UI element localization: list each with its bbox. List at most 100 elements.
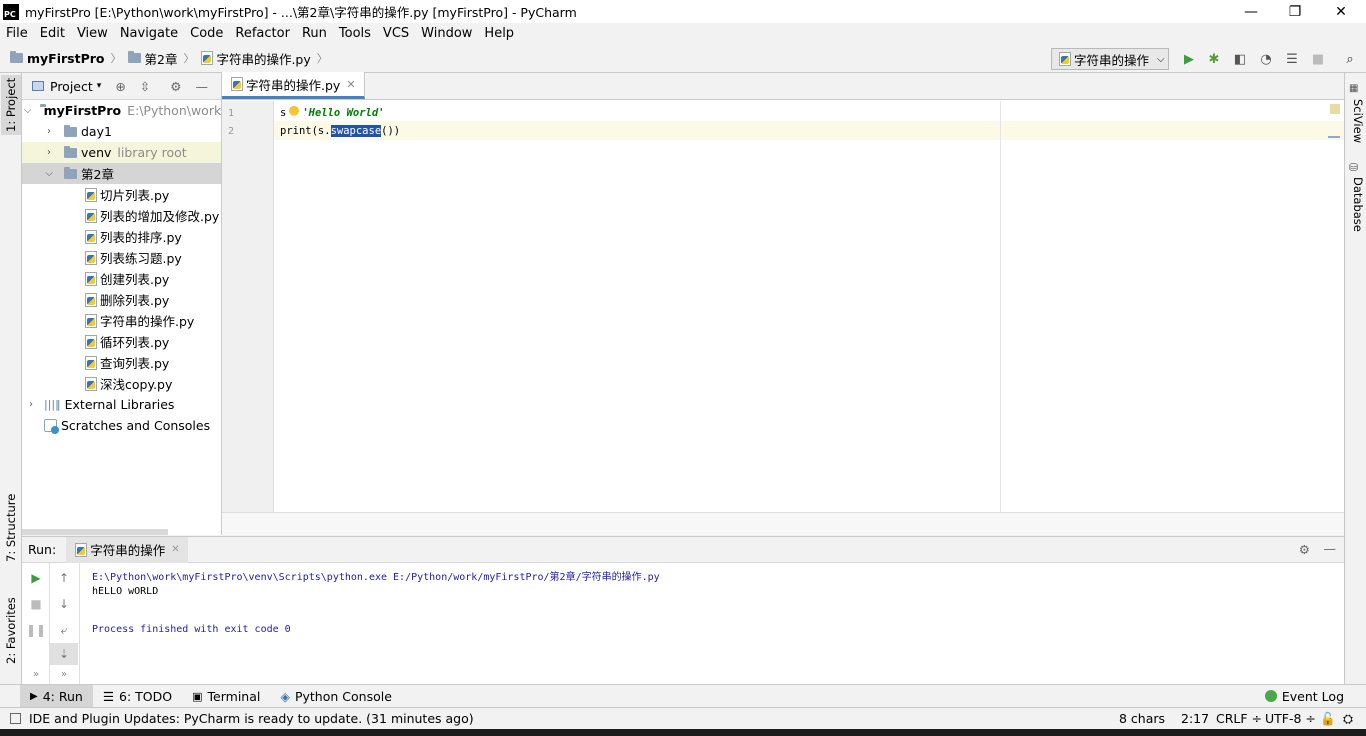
concurrency-icon[interactable]: ☰ [1284,51,1300,67]
chevron-right-icon[interactable]: › [24,399,38,410]
python-file-icon [230,77,243,91]
tool-tab-event-log[interactable]: Event Log [1255,685,1354,708]
tree-item-external-libraries[interactable]: › |||‖ External Libraries [22,394,221,415]
minimize-button[interactable]: — [1228,0,1274,23]
chevron-down-icon[interactable]: ▾ [97,81,102,91]
tool-tab-favorites[interactable]: 2: Favorites [1,593,21,669]
tree-item-path: E:\Python\work [127,103,222,118]
project-view-select[interactable]: Project [50,79,93,94]
locate-icon[interactable]: ⊕ [115,79,125,94]
menu-view[interactable]: View [71,26,114,41]
tool-windows-icon[interactable] [10,713,21,724]
python-file-icon [84,376,97,391]
breadcrumb-project[interactable]: myFirstPro 〉 [10,50,122,66]
menu-window[interactable]: Window [415,26,478,41]
tool-tab-database[interactable]: Database [1347,177,1365,232]
breadcrumb-file[interactable]: 字符串的操作.py 〉 [200,49,328,68]
tree-file[interactable]: 循环列表.py [22,331,221,352]
menu-code[interactable]: Code [184,26,229,41]
menu-run[interactable]: Run [296,26,333,41]
gear-icon[interactable]: ⚙ [1299,542,1310,557]
menu-navigate[interactable]: Navigate [114,26,184,41]
lock-icon[interactable]: 🔓 [1320,711,1336,727]
menu-help[interactable]: Help [478,26,520,41]
inspector-icon[interactable]: ⛭ [1343,711,1353,727]
coverage-icon[interactable]: ◧ [1232,51,1248,67]
tool-tab-terminal[interactable]: ▣ Terminal [182,685,270,708]
tool-tab-structure[interactable]: 7: Structure [1,493,21,563]
menu-tools[interactable]: Tools [333,26,377,41]
editor-horizontal-scrollbar[interactable] [222,512,1344,535]
tree-file[interactable]: 列表的排序.py [22,226,221,247]
tree-file[interactable]: 列表的增加及修改.py [22,205,221,226]
scroll-to-end-icon[interactable]: ⇣ [50,643,78,665]
horizontal-scrollbar[interactable] [22,529,168,535]
run-tab[interactable]: 字符串的操作 ✕ [66,536,188,563]
terminal-icon: ▣ [192,689,203,703]
status-line-separator[interactable]: CRLF ÷ [1216,711,1262,726]
tree-file[interactable]: 字符串的操作.py [22,310,221,331]
run-icon[interactable]: ▶ [1181,51,1197,67]
run-configuration-select[interactable]: 字符串的操作 ⌵ [1051,48,1169,70]
menu-edit[interactable]: Edit [34,26,71,41]
chevron-right-icon[interactable]: › [42,126,56,137]
breadcrumb-project-label: myFirstPro [27,50,105,66]
code-line-1[interactable]: s 'Hello World' [280,106,385,119]
menu-vcs[interactable]: VCS [377,26,415,41]
hide-icon[interactable]: — [196,79,209,94]
close-button[interactable]: ✕ [1318,0,1364,23]
chevron-down-icon[interactable]: ⌵ [24,105,32,116]
tree-item-label: myFirstPro [43,103,122,118]
status-encoding[interactable]: UTF-8 ÷ [1265,711,1316,726]
lightbulb-icon[interactable] [289,106,300,118]
tool-tab-run[interactable]: ▶ 4: Run [20,684,93,708]
close-icon[interactable]: ✕ [171,544,179,555]
profile-icon[interactable]: ◔ [1258,51,1274,67]
tool-tab-project[interactable]: 1: Project [1,75,21,135]
tool-tab-python-console[interactable]: ◈ Python Console [270,685,402,708]
chevron-right-icon[interactable]: › [42,147,56,158]
tree-item-venv[interactable]: › venv library root [22,142,221,163]
selected-text: swapcase [330,125,382,137]
status-selection-count: 8 chars [1119,711,1166,726]
tree-file[interactable]: 删除列表.py [22,289,221,310]
arrow-down-icon[interactable]: ↓ [50,593,78,615]
tree-item-root[interactable]: ⌵ myFirstPro E:\Python\work [22,100,221,121]
tree-file[interactable]: 深浅copy.py [22,373,221,394]
editor-tab-label: 字符串的操作.py [246,77,341,93]
soft-wrap-icon[interactable]: ⤶ [50,619,78,641]
line-number: 2 [228,126,235,137]
stop-icon: ■ [1311,51,1325,67]
more-icon[interactable]: » [50,663,78,685]
status-caret-position[interactable]: 2:17 [1181,711,1209,726]
close-icon[interactable]: ✕ [346,78,355,91]
chevron-down-icon: ⌵ [1157,53,1165,65]
code-line-2[interactable]: print(s.swapcase()) [280,125,400,137]
arrow-up-icon[interactable]: ↑ [50,567,78,589]
collapse-all-icon[interactable]: ⇳ [140,79,150,94]
tree-item-chapter2[interactable]: ⌵ 第2章 [22,163,221,184]
tree-item-day1[interactable]: › day1 [22,121,221,142]
more-icon[interactable]: » [22,663,50,685]
tree-file[interactable]: 列表练习题.py [22,247,221,268]
tool-tab-todo[interactable]: ☰ 6: TODO [93,685,182,708]
tree-item-scratches[interactable]: Scratches and Consoles [22,415,221,436]
editor-area: 字符串的操作.py ✕ 1 2 s 'Hello World' print(s.s… [222,72,1344,535]
gear-icon[interactable]: ⚙ [170,79,181,94]
inspection-indicator-icon[interactable] [1330,104,1340,114]
restore-button[interactable]: ❐ [1272,0,1318,23]
menu-file[interactable]: File [0,26,34,41]
search-icon[interactable]: ⌕ [1342,51,1358,67]
tree-file[interactable]: 创建列表.py [22,268,221,289]
debug-icon[interactable]: ✱ [1206,51,1222,67]
editor-tab[interactable]: 字符串的操作.py ✕ [222,72,365,99]
breadcrumb-folder[interactable]: 第2章 〉 [127,49,194,68]
chevron-down-icon[interactable]: ⌵ [42,168,56,179]
tree-file[interactable]: 查询列表.py [22,352,221,373]
hide-icon[interactable]: — [1324,541,1337,556]
tree-file[interactable]: 切片列表.py [22,184,221,205]
rerun-icon[interactable]: ▶ [22,567,50,589]
status-message[interactable]: IDE and Plugin Updates: PyCharm is ready… [29,711,474,726]
tool-tab-sciview[interactable]: SciView [1347,99,1365,143]
menu-refactor[interactable]: Refactor [229,26,296,41]
